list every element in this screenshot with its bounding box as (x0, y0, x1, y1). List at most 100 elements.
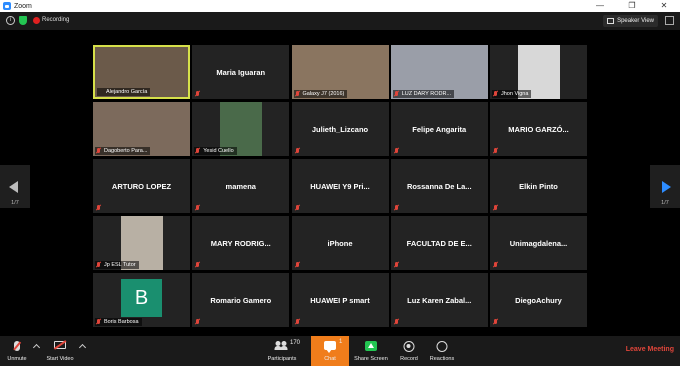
reactions-label: Reactions (429, 356, 455, 362)
audio-options-caret-icon[interactable] (32, 343, 41, 352)
participant-tile[interactable]: MARIO GARZÓ... (490, 102, 587, 156)
muted-mic-icon (95, 204, 102, 212)
participant-tile[interactable]: Felipe Angarita (390, 102, 488, 156)
participant-tile[interactable]: Luz Karen Zabal... (390, 273, 488, 327)
participants-count: 170 (290, 340, 301, 346)
participant-avatar: B (121, 279, 162, 317)
participant-name: iPhone (327, 238, 353, 248)
participant-name: Maria Iguaran (216, 67, 266, 77)
microphone-muted-icon (14, 341, 20, 351)
participant-tile[interactable]: Galaxy J7 (2016) (291, 45, 389, 99)
participant-name-tag: Dagoberto Para... (95, 147, 151, 155)
participant-tile[interactable]: DiegoAchury (490, 273, 587, 327)
muted-mic-icon (393, 204, 400, 212)
participant-tile[interactable]: Alejandro García (93, 45, 190, 99)
meeting-toolbar: Unmute Start Video Participants 170 1 Ch… (0, 336, 680, 366)
previous-page-button[interactable]: 1/7 (0, 165, 30, 208)
participant-name: Romario Gamero (210, 295, 272, 305)
share-screen-label: Share Screen (354, 356, 388, 362)
muted-mic-icon (492, 204, 499, 212)
muted-mic-icon (393, 90, 400, 98)
participant-tile[interactable]: Elkin Pinto (490, 159, 587, 213)
participant-tile[interactable]: mamena (192, 159, 290, 213)
zoom-logo-icon (3, 2, 11, 10)
participant-tile[interactable]: Unimagdalena... (490, 216, 587, 270)
muted-mic-icon (492, 147, 499, 155)
participant-name: Rossanna De La... (406, 181, 472, 191)
muted-mic-icon (492, 318, 499, 326)
record-label: Record (400, 356, 418, 362)
muted-mic-icon (294, 90, 301, 98)
app-title: Zoom (14, 2, 32, 10)
participant-tile[interactable]: HUAWEI P smart (291, 273, 389, 327)
unmute-label: Unmute (7, 356, 27, 362)
muted-mic-icon (492, 261, 499, 269)
next-page-button[interactable]: 1/7 (650, 165, 680, 208)
participant-name: mamena (225, 181, 256, 191)
participant-name: Unimagdalena... (509, 238, 568, 248)
participant-name: Julieth_Lizcano (311, 124, 369, 134)
start-video-button[interactable]: Start Video (42, 336, 78, 366)
participant-name: MARIO GARZÓ... (508, 124, 569, 134)
muted-mic-icon (393, 147, 400, 155)
muted-mic-icon (294, 204, 301, 212)
participant-tile[interactable]: Yesid Cuello (192, 102, 290, 156)
participant-tile[interactable]: Dagoberto Para... (93, 102, 190, 156)
info-icon[interactable]: i (6, 16, 15, 25)
reactions-icon (436, 341, 448, 352)
unmute-button[interactable]: Unmute (2, 336, 32, 366)
share-screen-button[interactable]: Share Screen (352, 336, 390, 366)
muted-mic-icon (194, 204, 201, 212)
close-button[interactable]: ✕ (648, 0, 680, 12)
participant-name-tag: LUZ DARY RODR... (392, 90, 455, 98)
participant-tile[interactable]: Jhon Vigna (490, 45, 587, 99)
participant-tile[interactable]: Julieth_Lizcano (291, 102, 389, 156)
participant-name: Luz Karen Zabal... (407, 295, 472, 305)
video-off-icon (54, 341, 66, 349)
participant-tile[interactable]: Rossanna De La... (390, 159, 488, 213)
participant-tile[interactable]: ARTURO LOPEZ (93, 159, 190, 213)
recording-label: Recording (42, 17, 70, 23)
muted-mic-icon (194, 147, 201, 155)
participant-tile[interactable]: iPhone (291, 216, 389, 270)
leave-meeting-button[interactable]: Leave Meeting (626, 346, 674, 353)
participant-tile[interactable]: MARY RODRIG... (192, 216, 290, 270)
participants-icon (274, 341, 289, 350)
reactions-button[interactable]: Reactions (427, 336, 457, 366)
muted-mic-icon (294, 261, 301, 269)
page-indicator-left: 1/7 (11, 200, 19, 206)
muted-mic-icon (393, 318, 400, 326)
participant-name: Felipe Angarita (412, 124, 467, 134)
arrow-right-icon (662, 181, 671, 193)
chat-button[interactable]: 1 Chat (311, 336, 349, 366)
shield-icon[interactable] (19, 16, 27, 25)
speaker-view-label: Speaker View (617, 18, 654, 24)
video-options-caret-icon[interactable] (78, 343, 87, 352)
fullscreen-icon[interactable] (665, 16, 674, 25)
participant-tile[interactable]: LUZ DARY RODR... (390, 45, 488, 99)
minimize-button[interactable]: — (584, 0, 616, 12)
title-bar: Zoom — ❐ ✕ (0, 0, 680, 12)
muted-mic-icon (95, 147, 102, 155)
participant-tile[interactable]: HUAWEI Y9 Pri... (291, 159, 389, 213)
participant-name: DiegoAchury (515, 295, 562, 305)
arrow-left-icon (9, 181, 18, 193)
participant-tile[interactable]: FACULTAD DE E... (390, 216, 488, 270)
muted-mic-icon (194, 90, 201, 98)
muted-mic-icon (492, 90, 499, 98)
participant-name-tag: Alejandro García (97, 88, 151, 96)
participant-tile[interactable]: Maria Iguaran (192, 45, 290, 99)
window-controls: — ❐ ✕ (584, 0, 680, 12)
speaker-view-button[interactable]: Speaker View (603, 15, 658, 27)
participant-name: ARTURO LOPEZ (111, 181, 172, 191)
participant-name-tag: Galaxy J7 (2016) (293, 90, 348, 98)
participant-tile[interactable]: Romario Gamero (192, 273, 290, 327)
record-button[interactable]: Record (395, 336, 423, 366)
record-icon (403, 341, 415, 352)
muted-mic-icon (393, 261, 400, 269)
participant-tile[interactable]: Jp ESL Tutor (93, 216, 190, 270)
maximize-button[interactable]: ❐ (616, 0, 648, 12)
recording-dot-icon (33, 17, 40, 24)
participant-tile[interactable]: B Boris Barbosa (93, 273, 190, 327)
muted-mic-icon (194, 261, 201, 269)
